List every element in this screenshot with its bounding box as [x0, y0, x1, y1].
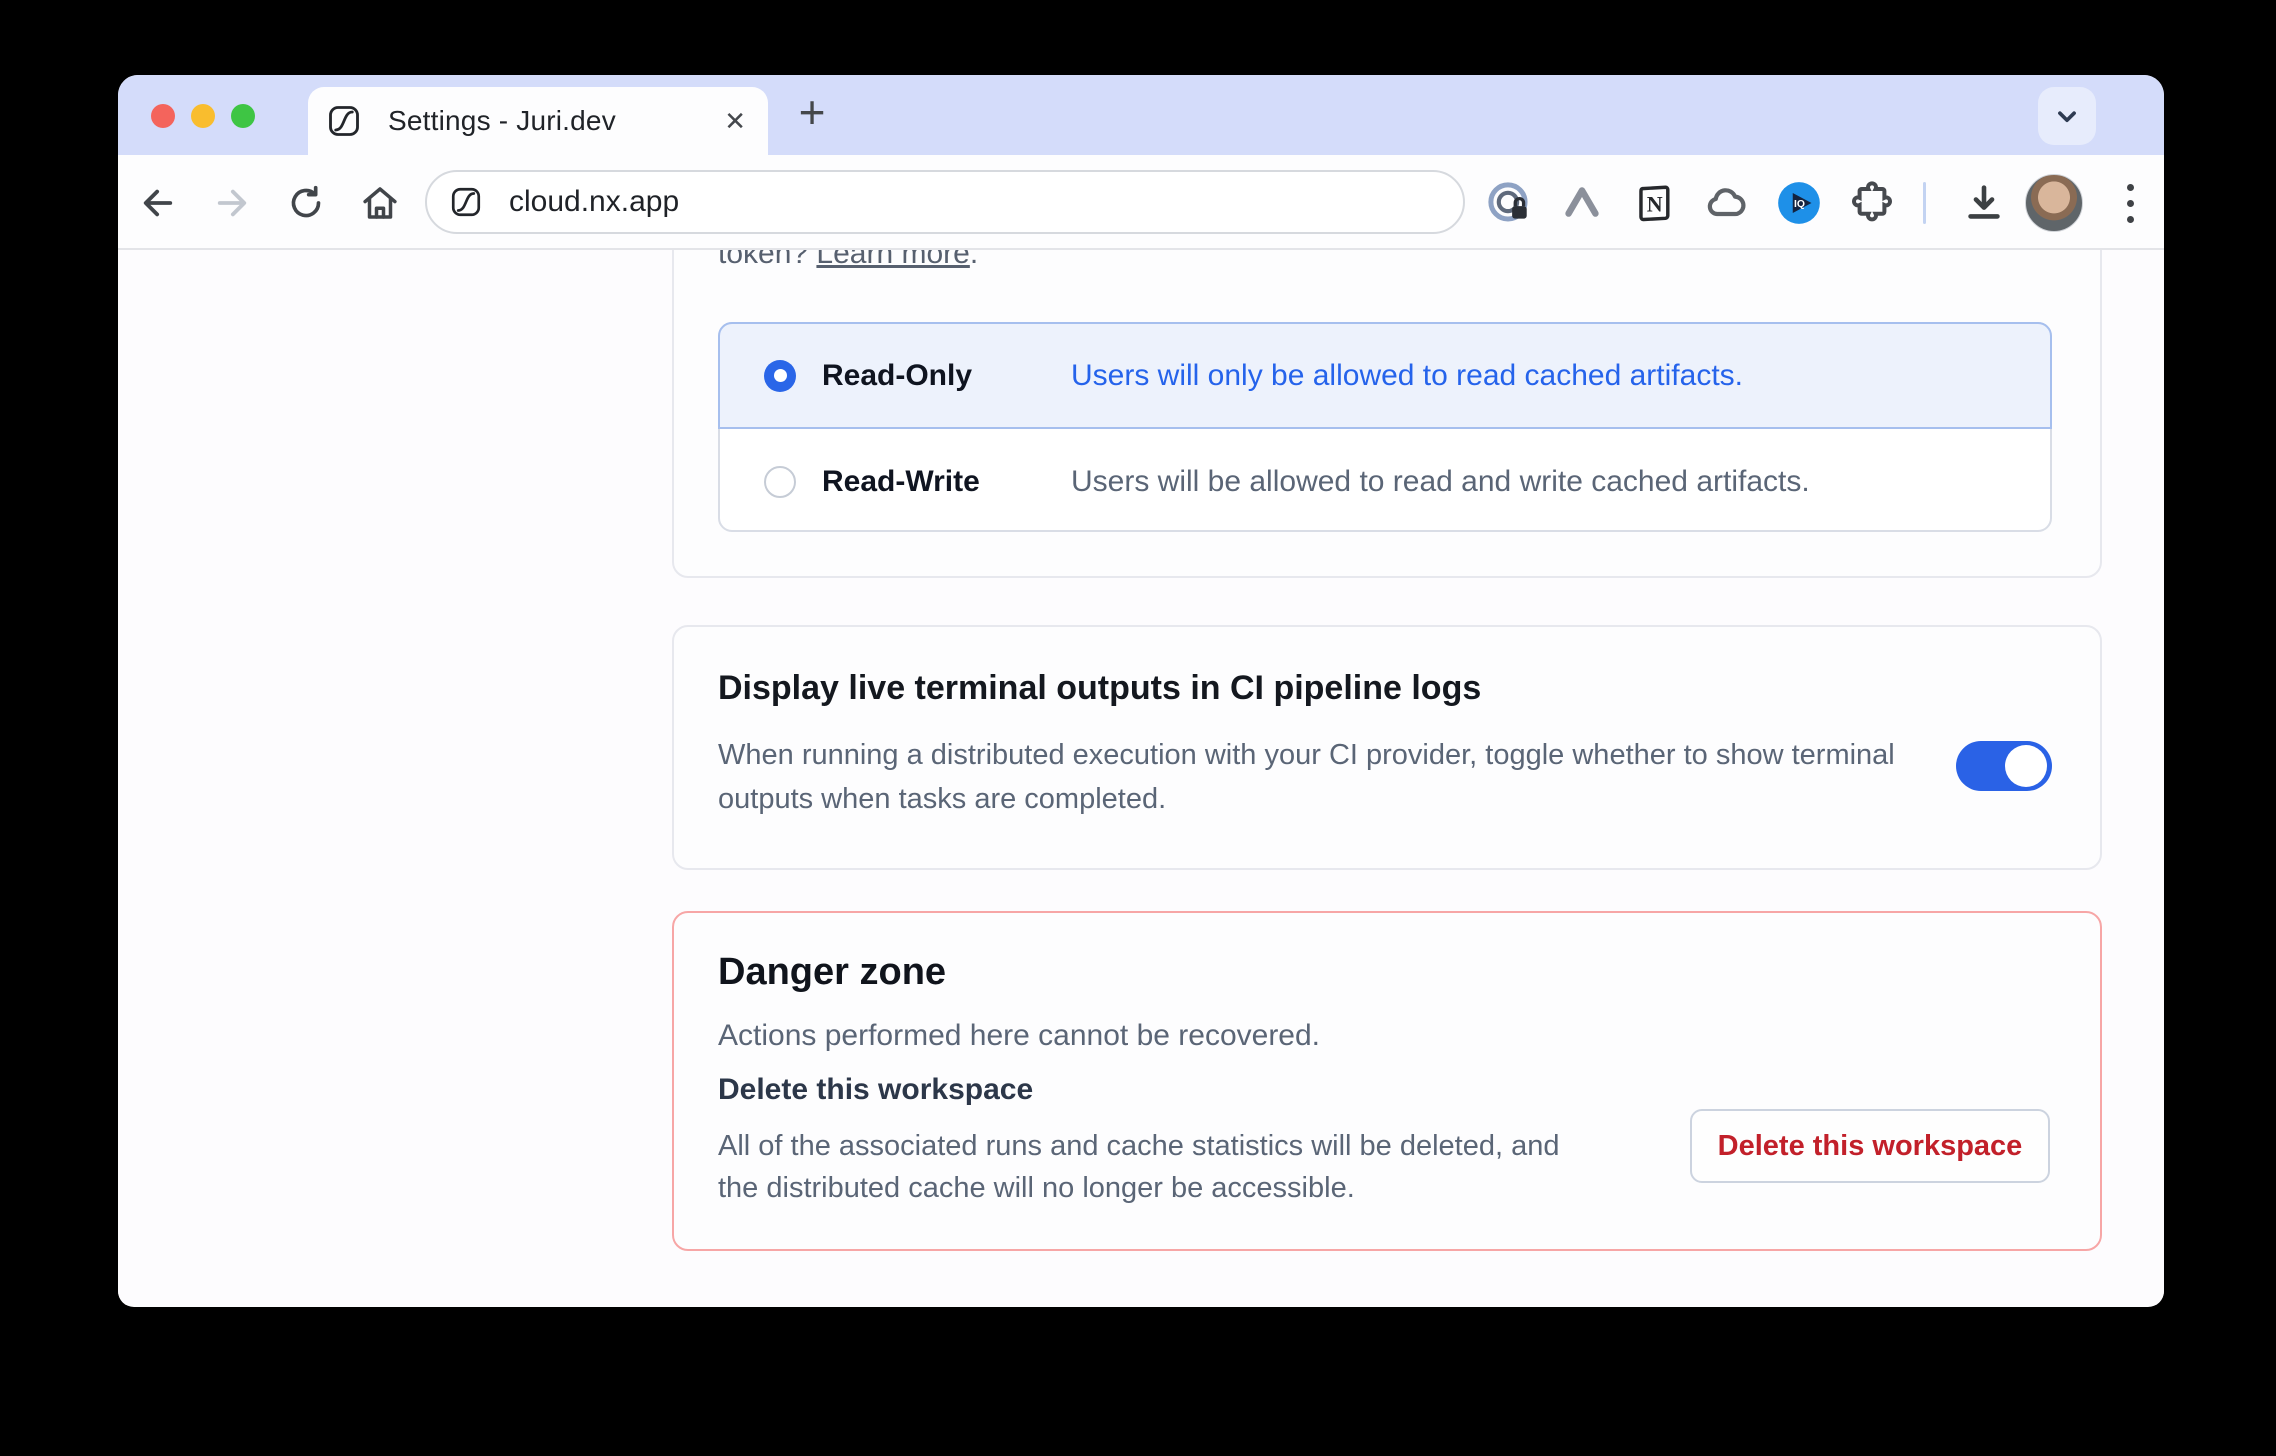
terminal-output-card: Display live terminal outputs in CI pipe…: [672, 625, 2102, 870]
settings-page: token? Learn more. Read-Only Users will …: [672, 250, 2102, 1305]
toolbar-divider: [1923, 182, 1926, 224]
delete-workspace-button[interactable]: Delete this workspace: [1690, 1109, 2050, 1183]
tab-close-icon[interactable]: ✕: [724, 104, 746, 138]
kebab-menu-icon: [2127, 184, 2134, 191]
chevron-down-icon: [2050, 99, 2084, 133]
radio-option-read-only[interactable]: Read-Only Users will only be allowed to …: [718, 322, 2052, 429]
tab-search-button[interactable]: [2038, 87, 2096, 145]
cloud-sync-icon: [1703, 179, 1751, 227]
new-tab-button[interactable]: +: [782, 83, 842, 143]
radio-option-label: Read-Only: [822, 359, 1036, 393]
reload-button[interactable]: [282, 179, 330, 227]
extensions-puzzle-icon: [1848, 179, 1896, 227]
radio-option-read-write[interactable]: Read-Write Users will be allowed to read…: [720, 429, 2050, 534]
danger-zone-subtitle: Actions performed here cannot be recover…: [718, 1019, 1320, 1053]
download-icon: [1961, 180, 2007, 226]
browser-tab[interactable]: Settings - Juri.dev ✕: [308, 87, 768, 155]
terminal-card-title: Display live terminal outputs in CI pipe…: [718, 669, 1481, 708]
window-close-icon[interactable]: [151, 104, 175, 128]
delete-workspace-title: Delete this workspace: [718, 1073, 1033, 1107]
vpn-extension-button[interactable]: [1556, 177, 1608, 229]
token-help-text: token? Learn more.: [718, 250, 978, 274]
home-button[interactable]: [356, 179, 404, 227]
downloads-button[interactable]: [1958, 177, 2010, 229]
danger-zone-title: Danger zone: [718, 951, 946, 994]
tab-strip: Settings - Juri.dev ✕ +: [118, 75, 2164, 155]
svg-text:IQ: IQ: [1794, 199, 1805, 210]
window-minimize-icon[interactable]: [191, 104, 215, 128]
url-text: cloud.nx.app: [509, 185, 679, 219]
home-icon: [359, 182, 401, 224]
toggle-knob: [2005, 745, 2047, 787]
forward-button[interactable]: [208, 179, 256, 227]
extensions-button[interactable]: [1846, 177, 1898, 229]
access-token-card: token? Learn more. Read-Only Users will …: [672, 250, 2102, 578]
onepassword-icon: [1484, 178, 1534, 228]
back-button[interactable]: [134, 179, 182, 227]
radio-option-description: Users will only be allowed to read cache…: [1071, 359, 1743, 393]
tab-title: Settings - Juri.dev: [388, 105, 616, 137]
browser-menu-button[interactable]: [2106, 177, 2154, 229]
browser-window: Settings - Juri.dev ✕ +: [118, 75, 2164, 1307]
play-iq-extension-button[interactable]: IQ: [1773, 177, 1825, 229]
onepassword-extension-button[interactable]: [1483, 177, 1535, 229]
terminal-card-description: When running a distributed execution wit…: [718, 733, 1928, 821]
reload-icon: [286, 183, 326, 223]
radio-option-description: Users will be allowed to read and write …: [1071, 465, 1810, 499]
play-iq-icon: IQ: [1774, 178, 1824, 228]
mountain-vpn-icon: [1559, 180, 1605, 226]
learn-more-link[interactable]: Learn more: [816, 250, 969, 270]
token-scope-radio-group: Read-Only Users will only be allowed to …: [718, 322, 2052, 532]
tab-favicon-nx-icon: [326, 103, 362, 139]
page-viewport: token? Learn more. Read-Only Users will …: [118, 250, 2164, 1305]
window-zoom-icon[interactable]: [231, 104, 255, 128]
address-bar[interactable]: cloud.nx.app: [425, 170, 1465, 234]
svg-text:N: N: [1647, 191, 1663, 216]
site-nx-icon: [449, 185, 483, 219]
delete-workspace-description: All of the associated runs and cache sta…: [718, 1125, 1598, 1209]
forward-icon: [211, 182, 253, 224]
terminal-output-toggle[interactable]: [1956, 741, 2052, 791]
radio-selected-icon[interactable]: [764, 360, 796, 392]
danger-zone-card: Danger zone Actions performed here canno…: [672, 911, 2102, 1251]
window-controls: [151, 104, 255, 128]
notion-extension-button[interactable]: N: [1628, 177, 1680, 229]
browser-toolbar: cloud.nx.app N: [118, 155, 2164, 250]
cloud-extension-button[interactable]: [1701, 177, 1753, 229]
radio-option-label: Read-Write: [822, 465, 1036, 499]
notion-icon: N: [1631, 180, 1677, 226]
back-icon: [137, 182, 179, 224]
profile-avatar[interactable]: [2025, 174, 2083, 232]
radio-unselected-icon[interactable]: [764, 466, 796, 498]
